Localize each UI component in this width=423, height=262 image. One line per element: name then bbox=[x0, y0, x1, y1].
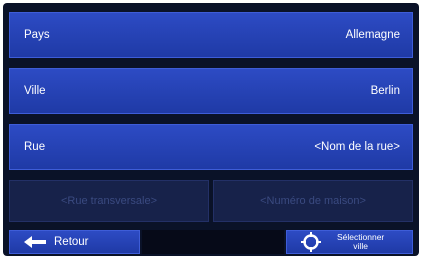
arrow-left-icon bbox=[24, 236, 46, 248]
select-city-button[interactable]: Sélectionner ville bbox=[286, 230, 413, 254]
city-value: Berlin bbox=[370, 85, 400, 97]
cross-street-field: <Rue transversale> bbox=[9, 180, 209, 222]
city-field[interactable]: Ville Berlin bbox=[9, 68, 413, 114]
city-label: Ville bbox=[24, 85, 46, 97]
house-number-field: <Numéro de maison> bbox=[213, 180, 413, 222]
back-button[interactable]: Retour bbox=[9, 230, 140, 254]
country-value: Allemagne bbox=[345, 29, 400, 41]
select-city-label: Sélectionner ville bbox=[337, 232, 385, 251]
house-number-placeholder: <Numéro de maison> bbox=[260, 195, 366, 207]
street-field[interactable]: Rue <Nom de la rue> bbox=[9, 124, 413, 170]
street-value: <Nom de la rue> bbox=[314, 141, 400, 153]
crosshair-target-icon bbox=[301, 232, 321, 252]
back-label: Retour bbox=[54, 236, 89, 248]
bottom-bar-spacer bbox=[142, 230, 284, 254]
cross-street-placeholder: <Rue transversale> bbox=[61, 195, 157, 207]
address-entry-screen: Pays Allemagne Ville Berlin Rue <Nom de … bbox=[3, 3, 419, 256]
country-field[interactable]: Pays Allemagne bbox=[9, 12, 413, 58]
street-label: Rue bbox=[24, 141, 46, 153]
country-label: Pays bbox=[24, 29, 50, 41]
